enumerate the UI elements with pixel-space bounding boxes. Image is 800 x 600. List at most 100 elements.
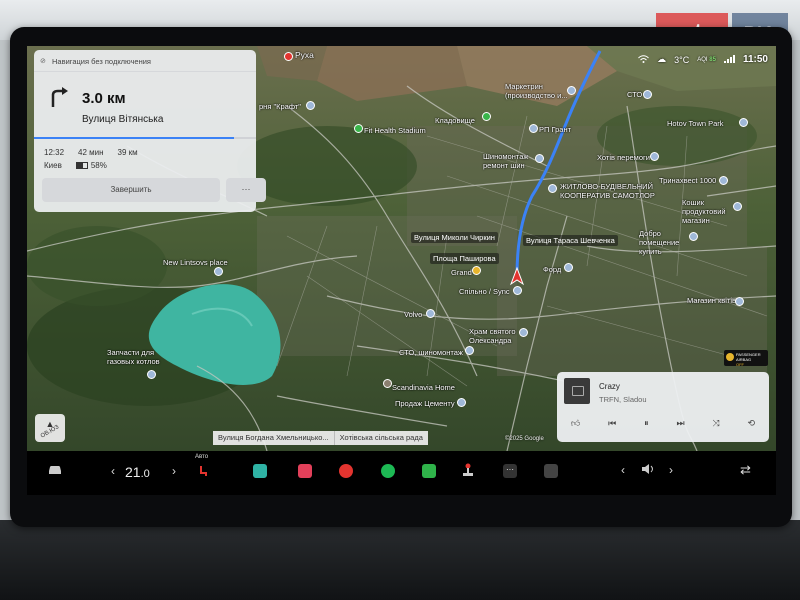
map-pin[interactable] bbox=[535, 154, 544, 163]
volume-up-chevron[interactable]: › bbox=[669, 463, 673, 477]
route-progress-fill bbox=[34, 137, 234, 139]
temp-up-chevron[interactable]: › bbox=[172, 464, 176, 478]
trip-summary: 12:32 42 мин 39 км bbox=[44, 148, 138, 157]
swap-icon[interactable]: ⇄ bbox=[740, 462, 751, 478]
spotify-app-icon[interactable] bbox=[381, 464, 395, 478]
pause-icon[interactable]: ⏸︎ bbox=[644, 418, 649, 429]
map-label[interactable]: СТО, шиномонтаж bbox=[399, 348, 463, 357]
map-label[interactable]: Запчасти для газовых котлов bbox=[107, 348, 179, 366]
cabin-temperature[interactable]: 21.0 bbox=[125, 464, 150, 480]
dashcam-app-icon[interactable] bbox=[544, 464, 558, 478]
outside-temperature[interactable]: 3°C bbox=[674, 55, 689, 65]
map-pin[interactable] bbox=[284, 52, 293, 61]
map-pin[interactable] bbox=[383, 379, 392, 388]
repeat-icon[interactable]: ⟲ bbox=[747, 418, 755, 429]
taskbar: ‹ 21.0 › Авто ··· ‹ › ⇄ bbox=[27, 451, 776, 495]
arrival-battery: 58% bbox=[75, 161, 107, 170]
car-icon[interactable] bbox=[47, 465, 63, 477]
seat-heater-icon[interactable] bbox=[198, 465, 208, 479]
map-street-label[interactable]: Вулиця Миколи Чиркин bbox=[411, 232, 498, 243]
track-title: Crazy bbox=[599, 382, 620, 391]
map-pin[interactable] bbox=[689, 232, 698, 241]
map-label[interactable]: Хотів перемоги bbox=[597, 153, 650, 162]
map-label[interactable]: Volvo bbox=[404, 310, 422, 319]
temp-down-chevron[interactable]: ‹ bbox=[111, 464, 115, 478]
arrival-time: 12:32 bbox=[44, 148, 65, 157]
map-label[interactable]: Продаж Цементу bbox=[395, 399, 455, 408]
end-navigation-button[interactable]: Завершить bbox=[42, 178, 220, 202]
map-pin[interactable] bbox=[529, 124, 538, 133]
map-label[interactable]: РП Грант bbox=[539, 125, 571, 134]
map-copyright: ©2025 Google bbox=[505, 436, 544, 442]
joystick-icon[interactable] bbox=[462, 463, 474, 479]
album-art[interactable] bbox=[564, 378, 590, 404]
map-street-label[interactable]: Вулиця Тараса Шевченка bbox=[523, 235, 618, 246]
map-pin[interactable] bbox=[643, 90, 652, 99]
trip-duration: 42 мин bbox=[78, 148, 104, 157]
track-artist: TRFN, Sladou bbox=[599, 395, 647, 404]
map-pin[interactable] bbox=[548, 184, 557, 193]
map-pin[interactable] bbox=[354, 124, 363, 133]
street-chip[interactable]: Хотівська сільська рада bbox=[333, 431, 428, 445]
map-label[interactable]: Hotov Town Park bbox=[667, 119, 724, 128]
map-street-label[interactable]: Площа Паширова bbox=[430, 253, 499, 264]
map-pin[interactable] bbox=[733, 202, 742, 211]
map-label[interactable]: рня "Крафт" bbox=[259, 102, 301, 111]
next-track-icon[interactable]: ⏭︎ bbox=[676, 418, 684, 429]
map-label[interactable]: СТО bbox=[627, 90, 642, 99]
map-pin[interactable] bbox=[735, 297, 744, 306]
map-label[interactable]: Тринахвесt 1000 bbox=[659, 176, 716, 185]
map-label[interactable]: Маркетрин (производство и... bbox=[505, 82, 575, 100]
youtube-app-icon[interactable] bbox=[339, 464, 353, 478]
map-label[interactable]: Магазин квітів bbox=[687, 296, 736, 305]
map-label[interactable]: Scandinavia Home bbox=[392, 383, 455, 392]
offline-nav-title: Навигация без подключения bbox=[52, 57, 151, 66]
nav-card-header: ⊘ Навигация без подключения bbox=[34, 50, 256, 72]
map-pin[interactable] bbox=[567, 86, 576, 95]
more-options-button[interactable]: ··· bbox=[226, 178, 266, 202]
map-pin[interactable] bbox=[457, 398, 466, 407]
map-pin[interactable] bbox=[519, 328, 528, 337]
toybox-app-icon[interactable] bbox=[253, 464, 267, 478]
map-pin[interactable] bbox=[564, 263, 573, 272]
map-pin[interactable] bbox=[426, 309, 435, 318]
map-label[interactable]: ЖИТЛОВО-БУДІВЕЛЬНИЙ КООПЕРАТИВ САМОТЛОР bbox=[560, 182, 658, 200]
shuffle-icon[interactable]: ⤨ bbox=[712, 418, 719, 429]
map-pin[interactable] bbox=[650, 152, 659, 161]
map-label[interactable]: Руха bbox=[295, 51, 314, 60]
aqi-indicator[interactable]: AQI 85 bbox=[697, 57, 716, 63]
next-turn-street: Вулиця Вітянська bbox=[82, 114, 164, 125]
more-apps-icon[interactable]: ··· bbox=[503, 464, 517, 478]
background-bottom bbox=[0, 520, 800, 600]
volume-down-chevron[interactable]: ‹ bbox=[621, 463, 625, 477]
map-label[interactable]: New Lintsovs place bbox=[163, 258, 228, 267]
map-pin[interactable] bbox=[513, 286, 522, 295]
map-pin[interactable] bbox=[482, 112, 491, 121]
wifi-icon bbox=[638, 54, 650, 65]
volume-icon[interactable] bbox=[641, 463, 655, 477]
music-app-icon[interactable] bbox=[298, 464, 312, 478]
navigation-card[interactable]: ⊘ Навигация без подключения 3.0 км Вулиц… bbox=[34, 50, 266, 212]
map-pin[interactable] bbox=[306, 101, 315, 110]
map-orientation-button[interactable]: ▲ ОВ.ЮЗ bbox=[35, 414, 65, 442]
energy-app-icon[interactable] bbox=[422, 464, 436, 478]
map-label[interactable]: Fit Health Stadium bbox=[364, 126, 426, 135]
lte-signal-icon bbox=[723, 54, 735, 65]
thumbs-up-icon[interactable]: 👍︎ bbox=[571, 418, 580, 429]
map-label[interactable]: Grand bbox=[451, 268, 472, 277]
map-pin[interactable] bbox=[465, 346, 474, 355]
map-label[interactable]: Форд bbox=[543, 265, 561, 274]
street-chip[interactable]: Вулиця Богдана Хмельницько... bbox=[213, 431, 334, 445]
map-pin[interactable] bbox=[472, 266, 481, 275]
previous-track-icon[interactable]: ⏮︎ bbox=[608, 418, 616, 429]
map-pin[interactable] bbox=[719, 176, 728, 185]
media-player-card[interactable]: Crazy TRFN, Sladou 👍︎ ⏮︎ ⏸︎ ⏭︎ ⤨ ⟲ bbox=[557, 372, 769, 442]
next-turn-distance: 3.0 км bbox=[82, 90, 126, 107]
map-label[interactable]: Кладовище bbox=[435, 116, 475, 125]
map-label[interactable]: Кошик продуктовий магазин bbox=[682, 198, 737, 225]
map-label[interactable]: Спільно / Sync bbox=[459, 287, 510, 296]
map-pin[interactable] bbox=[214, 267, 223, 276]
map-pin[interactable] bbox=[739, 118, 748, 127]
map-pin[interactable] bbox=[147, 370, 156, 379]
album-art-icon bbox=[572, 386, 584, 396]
